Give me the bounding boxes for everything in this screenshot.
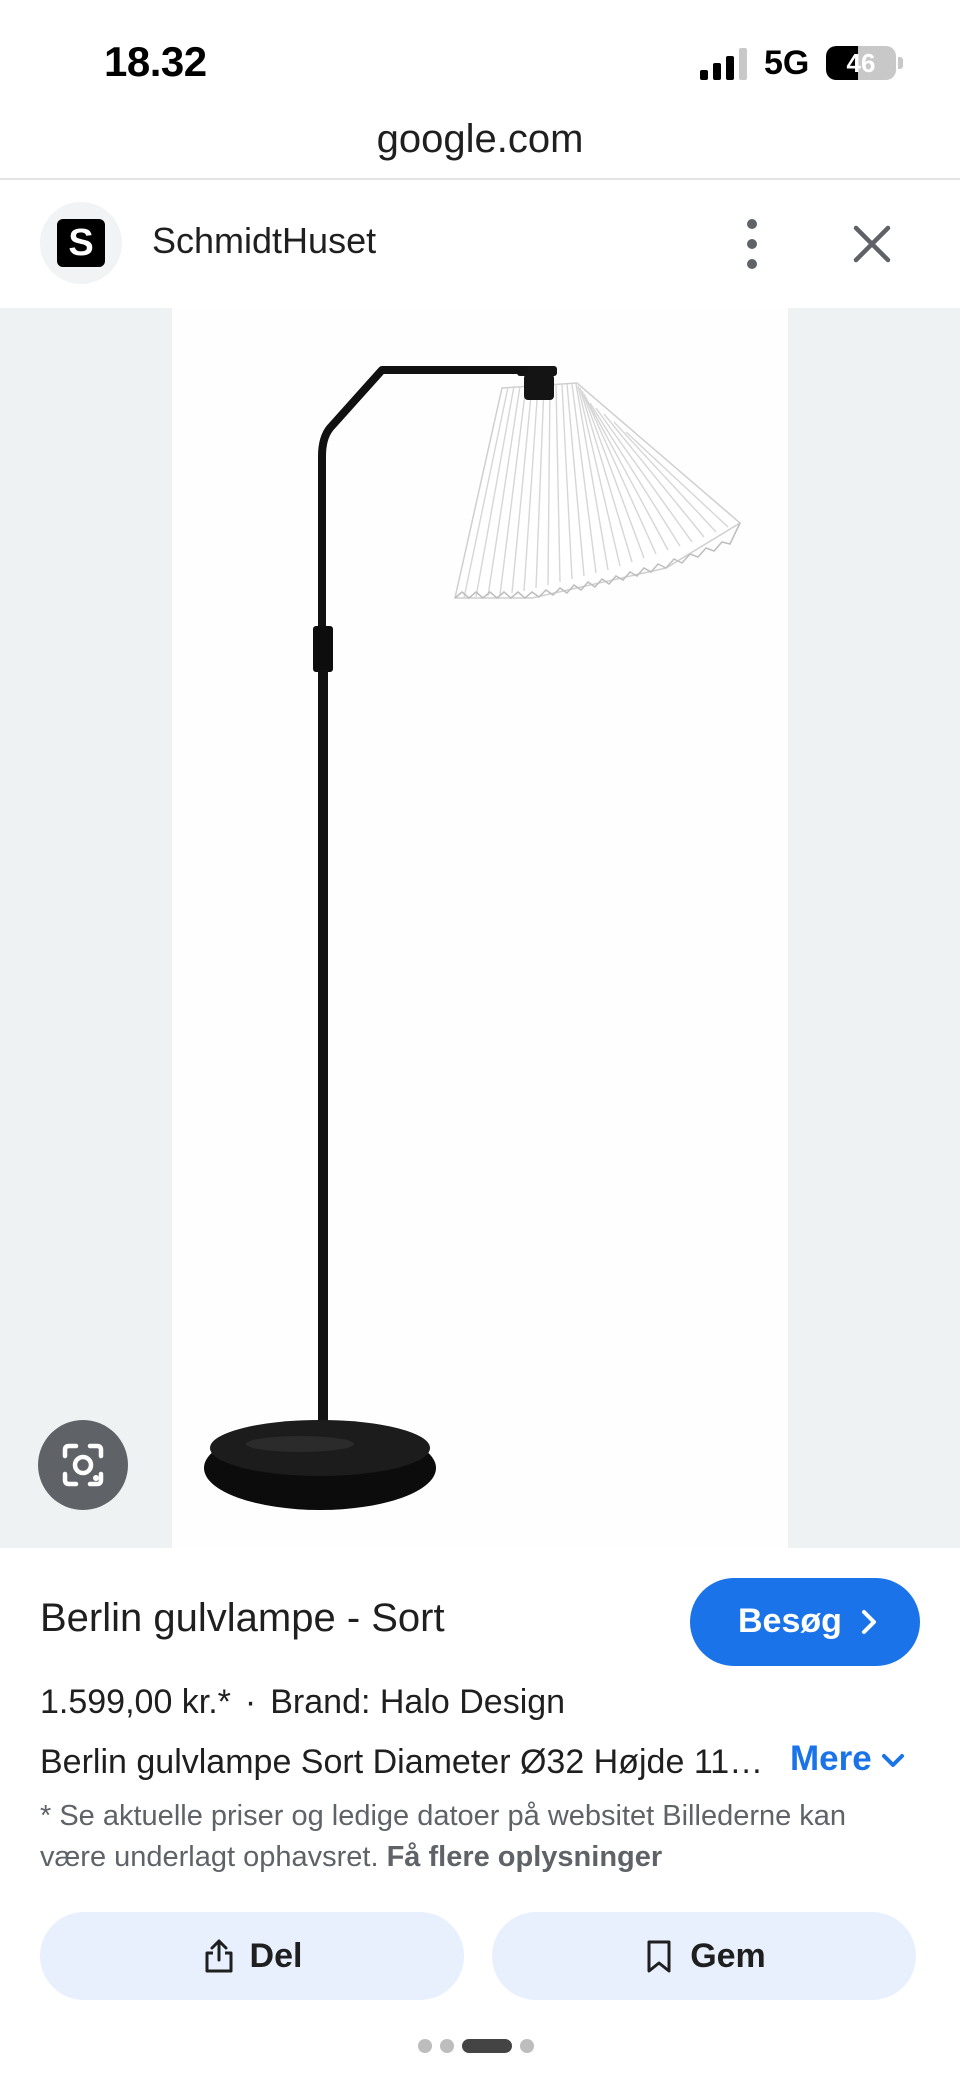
product-image-viewer[interactable] (0, 308, 960, 1548)
more-options-button[interactable] (730, 212, 774, 276)
save-button[interactable]: Gem (492, 1912, 916, 2000)
price-brand-row: 1.599,00 kr.* · Brand: Halo Design (40, 1683, 565, 1722)
battery-icon: 46 (826, 46, 896, 80)
site-logo-letter: S (57, 219, 105, 267)
pager-dot[interactable] (520, 2039, 534, 2053)
site-name[interactable]: SchmidtHuset (152, 220, 376, 262)
source-header: S SchmidtHuset (0, 180, 960, 308)
pager-dot-active[interactable] (462, 2039, 512, 2053)
more-info-link[interactable]: Få flere oplysninger (387, 1841, 663, 1873)
share-icon (205, 1939, 233, 1973)
disclaimer-text: * Se aktuelle priser og ledige datoer på… (40, 1796, 920, 1878)
site-logo: S (40, 202, 122, 284)
more-label: Mere (790, 1739, 872, 1778)
battery-percent: 46 (846, 48, 876, 78)
url-text: google.com (376, 117, 584, 161)
network-label: 5G (764, 44, 810, 82)
pager-dot[interactable] (418, 2039, 432, 2053)
visit-button[interactable]: Besøg (690, 1578, 920, 1666)
product-description: Berlin gulvlampe Sort Diameter Ø32 Højde… (40, 1743, 780, 1781)
status-time: 18.32 (104, 38, 207, 85)
product-brand: Brand: Halo Design (270, 1683, 566, 1721)
product-title: Berlin gulvlampe - Sort (40, 1596, 445, 1640)
bookmark-icon (647, 1940, 671, 1973)
separator-dot: · (244, 1683, 257, 1721)
cellular-signal-icon (700, 48, 747, 80)
visit-label: Besøg (738, 1602, 842, 1640)
google-lens-button[interactable] (38, 1420, 128, 1510)
product-image (172, 308, 788, 1548)
image-pager (418, 2039, 534, 2053)
close-button[interactable] (844, 216, 900, 272)
product-price: 1.599,00 kr.* (40, 1683, 231, 1721)
battery-cap (898, 57, 903, 69)
pager-dot[interactable] (440, 2039, 454, 2053)
status-bar: 18.32 5G 46 (0, 0, 960, 110)
more-vertical-icon (747, 219, 757, 269)
url-bar[interactable]: google.com (0, 110, 960, 180)
chevron-down-icon (881, 1753, 904, 1767)
floor-lamp-image (204, 366, 742, 1510)
google-lens-icon (62, 1443, 104, 1487)
lamp-shade (454, 366, 742, 599)
share-label: Del (249, 1936, 303, 1975)
more-button[interactable]: Mere (790, 1739, 906, 1779)
share-button[interactable]: Del (40, 1912, 464, 2000)
save-label: Gem (690, 1936, 766, 1975)
close-icon (853, 225, 891, 263)
chevron-right-icon (862, 1610, 876, 1634)
